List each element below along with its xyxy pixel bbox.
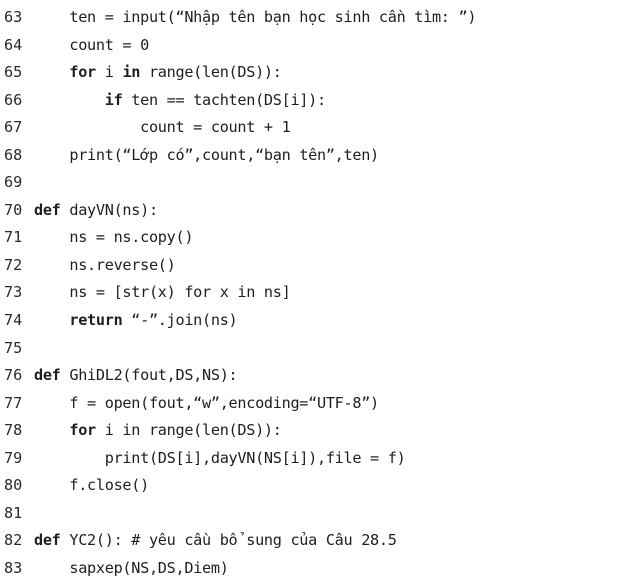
line-number: 67	[4, 118, 23, 137]
code-line: 82 def YC2(): # yêu cầu bổ sung của Câu 2…	[0, 527, 622, 555]
line-number: 77	[4, 393, 23, 412]
code-line: 72 ns.reverse()	[0, 252, 622, 280]
line-number: 72	[4, 255, 23, 274]
code-listing: 63 ten = input(“Nhập tên bạn học sinh cầ…	[0, 0, 622, 580]
code-line: 77 f = open(fout,“w”,encoding=“UTF-8”)	[0, 390, 622, 418]
code-text: for i in range(len(DS)):	[69, 63, 282, 82]
code-line: 78 for i in range(len(DS)):	[0, 417, 622, 445]
code-text: def dayVN(ns):	[34, 200, 158, 219]
code-line: 63 ten = input(“Nhập tên bạn học sinh cầ…	[0, 4, 622, 32]
line-number: 76	[4, 366, 23, 385]
line-number: 65	[4, 63, 23, 82]
code-line: 67 count = count + 1	[0, 114, 622, 142]
code-text: print(DS[i],dayVN(NS[i]),file = f)	[104, 448, 406, 467]
line-number: 69	[4, 173, 23, 192]
line-number: 82	[4, 531, 23, 550]
code-text: ns = ns.copy()	[69, 228, 194, 247]
line-number: 63	[4, 8, 23, 26]
line-number: 75	[4, 338, 23, 357]
code-line: 73 ns = [str(x) for x in ns]	[0, 279, 622, 307]
line-number: 71	[4, 228, 23, 247]
code-line: 69	[0, 169, 622, 197]
code-text: f.close()	[69, 476, 149, 495]
code-line: 80 f.close()	[0, 472, 622, 500]
keyword: in	[122, 63, 141, 82]
code-line: 76 def GhiDL2(fout,DS,NS):	[0, 362, 622, 390]
code-text: print(“Lớp có”,count,“bạn tên”,ten)	[69, 145, 379, 164]
code-text: ns = [str(x) for x in ns]	[69, 283, 291, 302]
keyword: if	[104, 90, 123, 109]
line-number: 70	[4, 200, 23, 219]
line-number: 81	[4, 503, 23, 522]
code-text: ten = input(“Nhập tên bạn học sinh cần t…	[69, 8, 477, 26]
line-number: 74	[4, 311, 23, 330]
code-text: count = count + 1	[140, 118, 291, 137]
keyword: return	[69, 311, 123, 330]
code-text: def YC2(): # yêu cầu bổ sung của Câu 28.…	[34, 531, 397, 550]
code-line: 66 if ten == tachten(DS[i]):	[0, 87, 622, 115]
code-text: count = 0	[69, 35, 149, 54]
keyword: def	[34, 200, 61, 219]
line-number: 78	[4, 421, 23, 440]
keyword: def	[34, 531, 61, 550]
code-text: f = open(fout,“w”,encoding=“UTF-8”)	[69, 393, 379, 412]
keyword: for	[69, 63, 96, 82]
code-line: 79 print(DS[i],dayVN(NS[i]),file = f)	[0, 445, 622, 473]
keyword: def	[34, 366, 61, 385]
code-line: 81	[0, 500, 622, 528]
line-number: 80	[4, 476, 23, 495]
code-text: def GhiDL2(fout,DS,NS):	[34, 366, 238, 385]
code-line: 70 def dayVN(ns):	[0, 197, 622, 225]
line-number: 73	[4, 283, 23, 302]
code-line: 83 sapxep(NS,DS,Diem)	[0, 555, 622, 582]
code-line: 71 ns = ns.copy()	[0, 224, 622, 252]
code-line: 65 for i in range(len(DS)):	[0, 59, 622, 87]
code-text: for i in range(len(DS)):	[69, 421, 282, 440]
line-number: 68	[4, 145, 23, 164]
code-line: 64 count = 0	[0, 32, 622, 60]
code-line: 75	[0, 335, 622, 363]
line-number: 79	[4, 448, 23, 467]
keyword: for	[69, 421, 96, 440]
code-line: 68 print(“Lớp có”,count,“bạn tên”,ten)	[0, 142, 622, 170]
code-text: return “-”.join(ns)	[69, 311, 238, 330]
code-text: sapxep(NS,DS,Diem)	[69, 558, 229, 577]
code-line: 74 return “-”.join(ns)	[0, 307, 622, 335]
code-text: ns.reverse()	[69, 255, 176, 274]
line-number: 66	[4, 90, 23, 109]
code-text: if ten == tachten(DS[i]):	[104, 90, 326, 109]
line-number: 64	[4, 35, 23, 54]
line-number: 83	[4, 558, 23, 577]
